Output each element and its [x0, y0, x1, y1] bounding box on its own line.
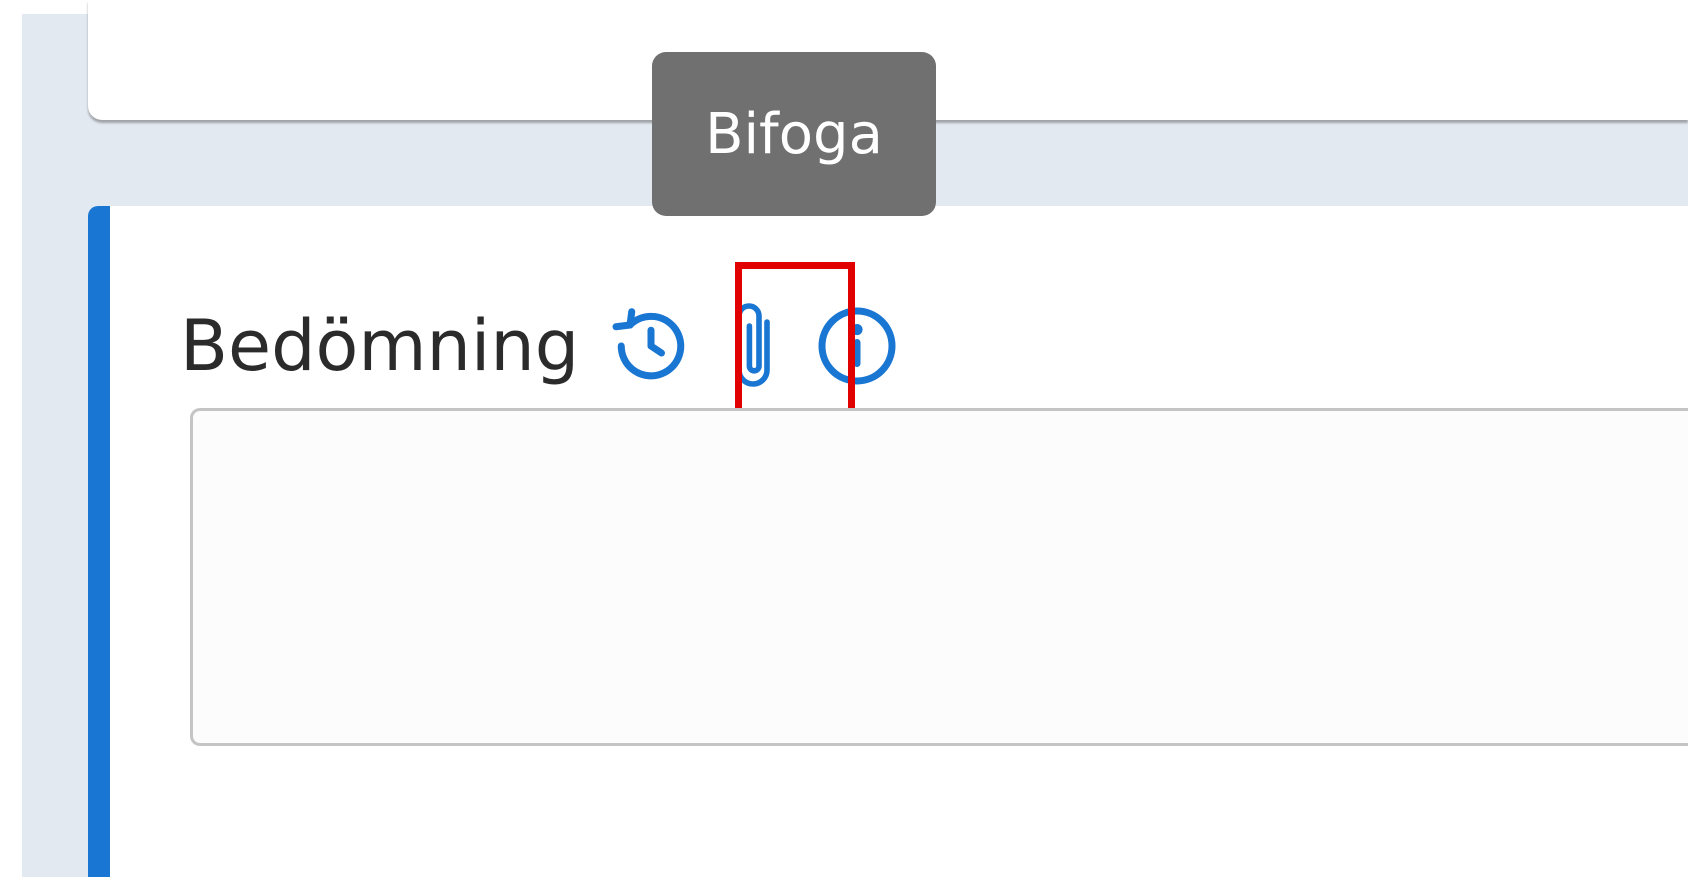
screen: Bedömning Bifoga — [0, 0, 1688, 877]
assessment-textarea[interactable] — [190, 408, 1688, 746]
attach-button[interactable] — [725, 298, 781, 394]
section-title: Bedömning — [180, 305, 580, 387]
info-icon — [818, 307, 896, 385]
section-accent-bar — [88, 206, 110, 877]
history-icon — [612, 308, 685, 380]
history-button[interactable] — [609, 304, 693, 388]
tooltip: Bifoga — [652, 52, 936, 216]
section-heading-row: Bedömning — [180, 296, 899, 396]
paperclip-icon — [736, 303, 770, 387]
info-button[interactable] — [815, 304, 899, 388]
